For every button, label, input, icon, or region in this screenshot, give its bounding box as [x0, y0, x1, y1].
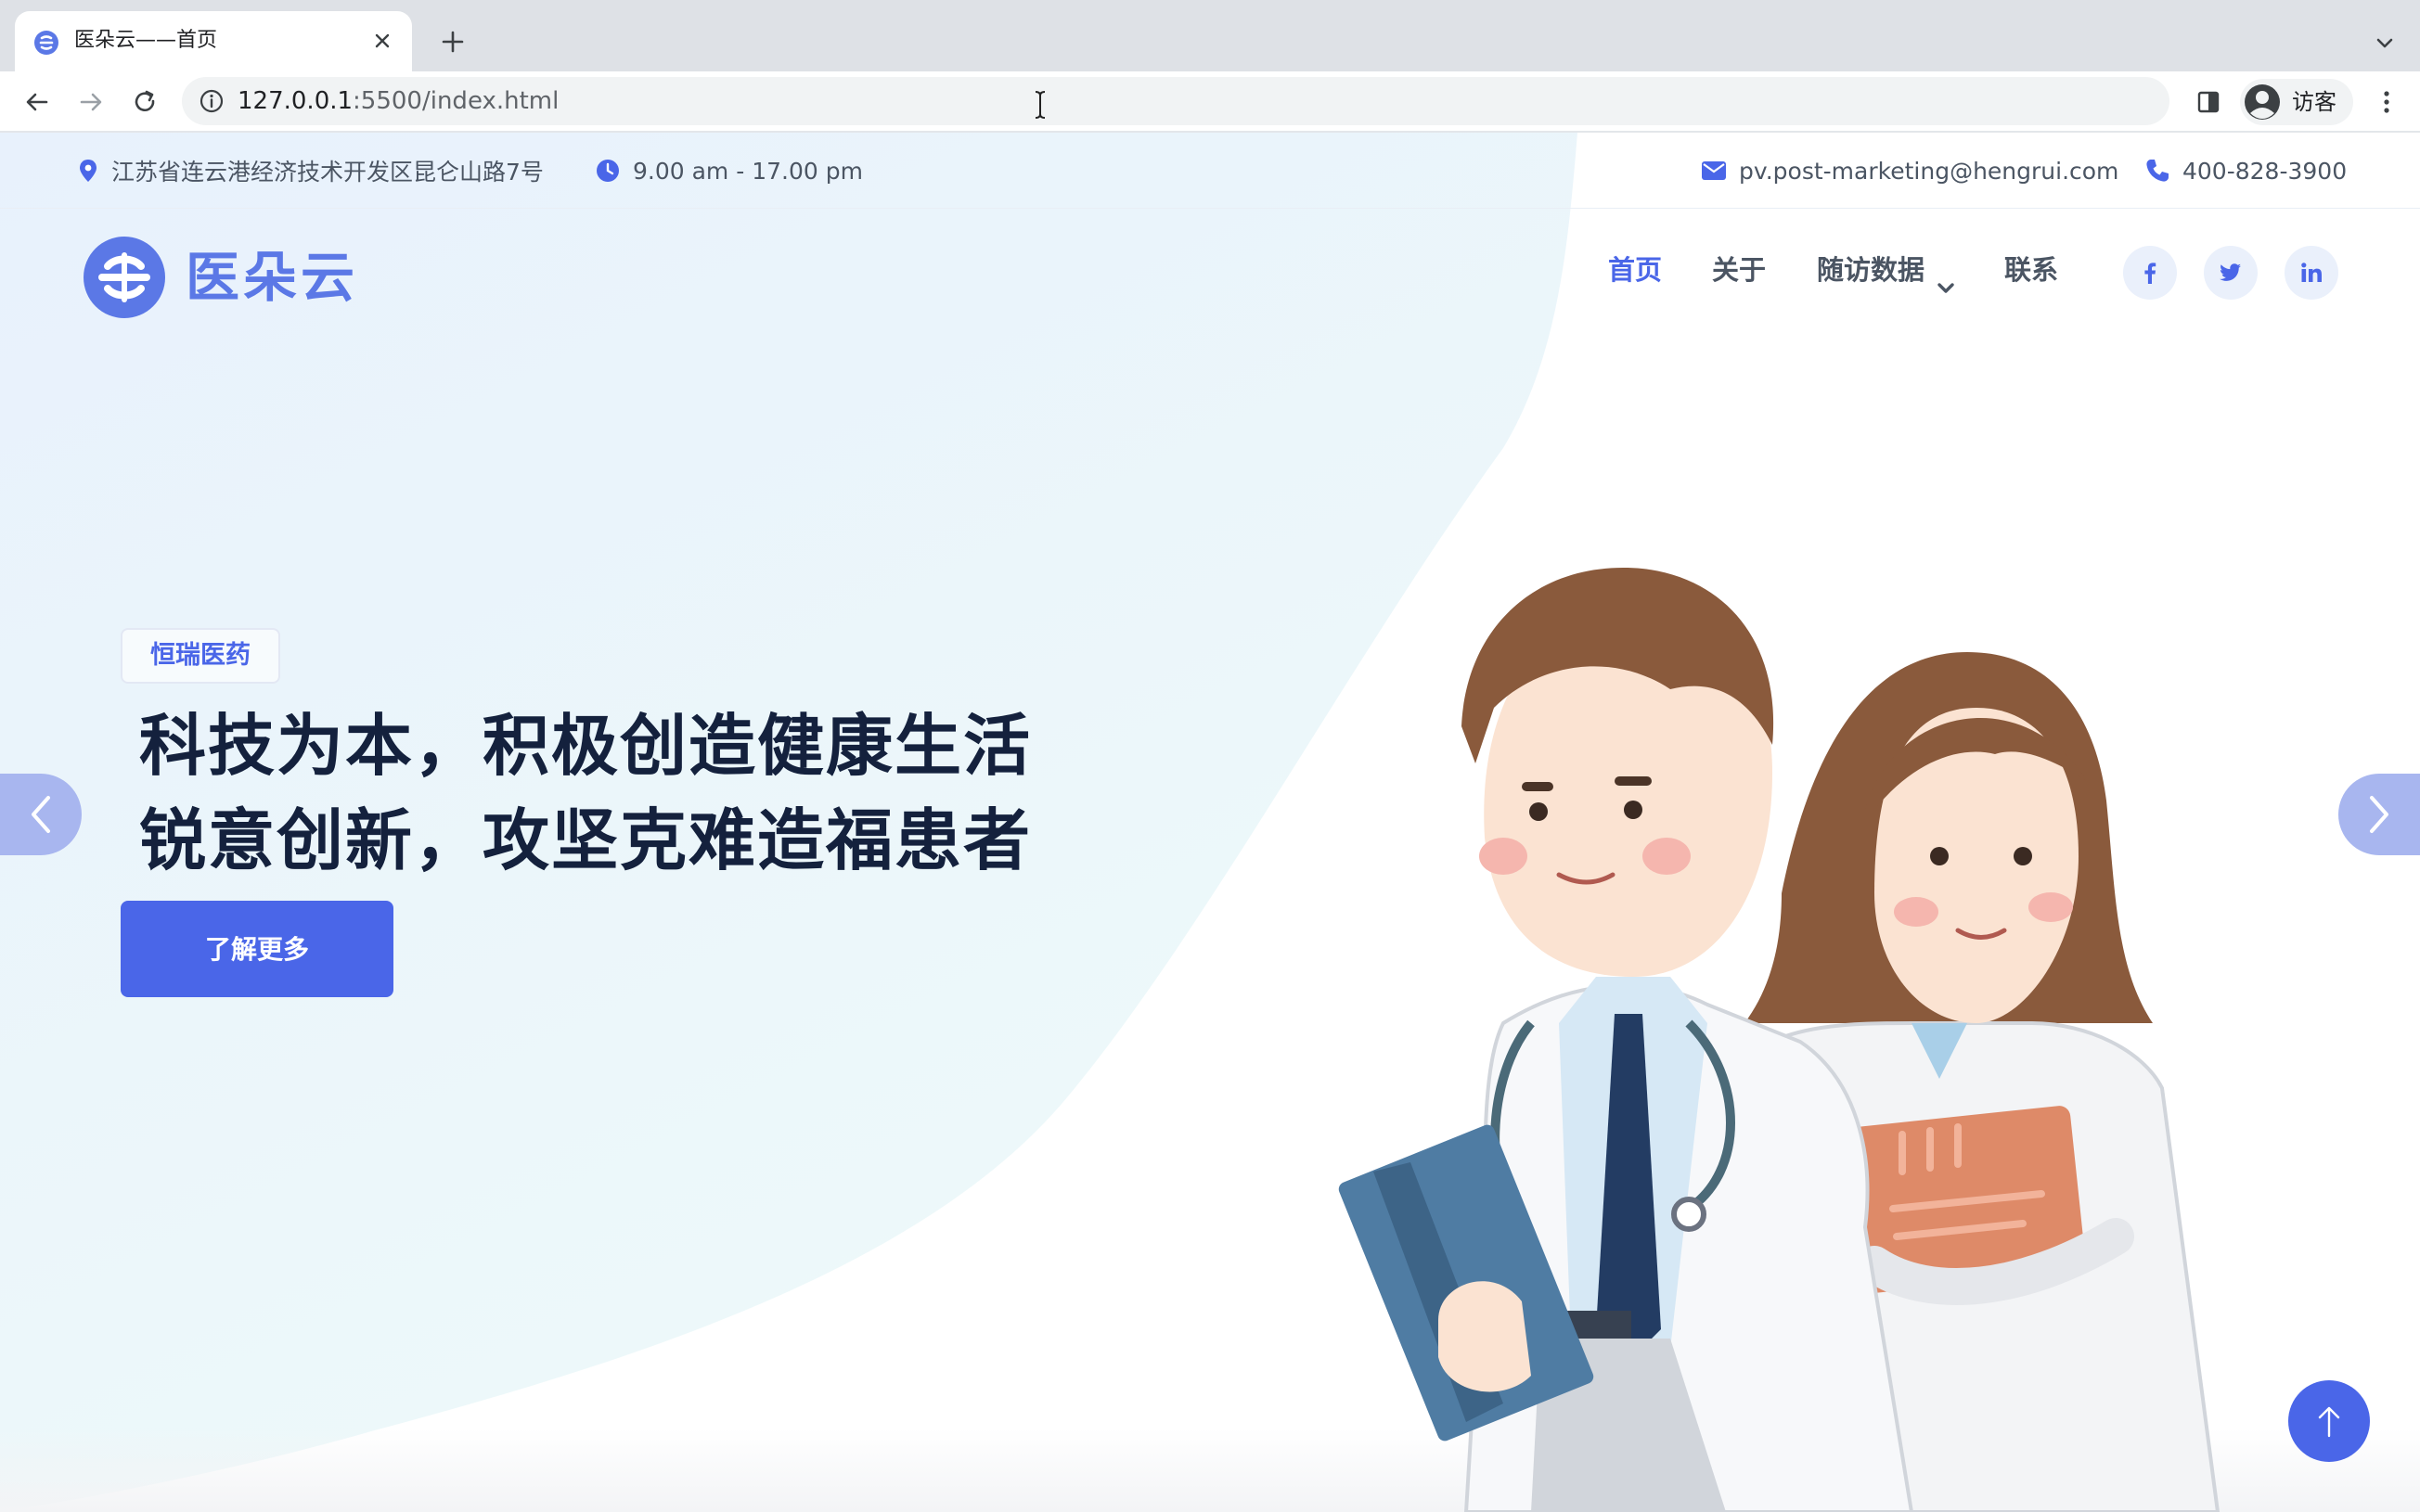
- address-info: 江苏省连云港经济技术开发区昆仑山路7号: [78, 133, 544, 209]
- carousel-prev-button[interactable]: [0, 774, 82, 855]
- site-info-icon[interactable]: [199, 88, 225, 114]
- tab-title: 医朵云——首页: [74, 29, 218, 52]
- nav-followup-data[interactable]: 随访数据: [1817, 242, 1924, 298]
- hours-text: 9.00 am - 17.00 pm: [633, 157, 863, 185]
- browser-menu-icon[interactable]: [2370, 85, 2403, 119]
- nav-about[interactable]: 关于: [1712, 242, 1766, 298]
- twitter-button[interactable]: [2204, 246, 2258, 300]
- linkedin-button[interactable]: [2285, 246, 2338, 300]
- side-panel-icon[interactable]: [2192, 85, 2225, 119]
- phone-text[interactable]: 400-828-3900: [2182, 158, 2347, 185]
- guest-avatar-icon: [2245, 84, 2280, 120]
- envelope-icon: [1702, 161, 1726, 180]
- linkedin-icon: [2301, 263, 2322, 282]
- learn-more-button[interactable]: 了解更多: [121, 901, 393, 997]
- text-cursor-icon: [1035, 91, 1046, 119]
- forward-arrow-icon[interactable]: [74, 85, 108, 119]
- facebook-icon: [2144, 263, 2156, 284]
- location-pin-icon: [80, 160, 97, 182]
- new-tab-plus-icon[interactable]: [436, 25, 470, 58]
- clock-icon: [597, 160, 619, 182]
- hero-headline-line-1: 科技为本，积极创造健康生活: [139, 707, 1033, 785]
- phone-info[interactable]: 400-828-3900: [2145, 133, 2347, 209]
- nav-home[interactable]: 首页: [1608, 242, 1662, 298]
- profile-label: 访客: [2292, 89, 2336, 115]
- hero-eyebrow-badge: 恒瑞医药: [121, 628, 280, 684]
- browser-tab-strip: 医朵云——首页: [0, 0, 2420, 71]
- email-text[interactable]: pv.post-marketing@hengrui.com: [1739, 158, 2118, 185]
- close-tab-icon[interactable]: [369, 28, 395, 54]
- profile-button[interactable]: 访客: [2240, 79, 2353, 125]
- hours-info: 9.00 am - 17.00 pm: [596, 133, 863, 209]
- twitter-icon: [2220, 263, 2241, 281]
- contact-info-bar: 江苏省连云港经济技术开发区昆仑山路7号 9.00 am - 17.00 pm p…: [0, 133, 2420, 209]
- site-logo[interactable]: 医朵云: [82, 235, 397, 320]
- facebook-button[interactable]: [2123, 246, 2177, 300]
- hero-headline: 科技为本，积极创造健康生活 锐意创新，攻坚克难造福患者: [139, 698, 1160, 888]
- doctors-illustration: [1338, 568, 2220, 1512]
- email-info[interactable]: pv.post-marketing@hengrui.com: [1702, 133, 2118, 209]
- url-host: 127.0.0.1: [238, 87, 354, 115]
- tab-search-chevron-icon[interactable]: [2372, 30, 2398, 56]
- address-bar[interactable]: 127.0.0.1:5500/index.html: [182, 77, 2169, 125]
- url-text: 127.0.0.1:5500/index.html: [238, 86, 559, 116]
- carousel-next-button[interactable]: [2338, 774, 2420, 855]
- back-to-top-button[interactable]: [2288, 1380, 2370, 1462]
- hero-headline-line-2: 锐意创新，攻坚克难造福患者: [139, 801, 1033, 879]
- chevron-down-icon[interactable]: [1936, 277, 1956, 298]
- back-arrow-icon[interactable]: [20, 85, 54, 119]
- arrow-up-icon: [2318, 1406, 2340, 1438]
- browser-tab-active[interactable]: 医朵云——首页: [15, 11, 412, 71]
- web-page: 江苏省连云港经济技术开发区昆仑山路7号 9.00 am - 17.00 pm p…: [0, 133, 2420, 1512]
- nav-followup-label: 随访数据: [1817, 254, 1925, 286]
- url-path: :5500/index.html: [353, 87, 560, 115]
- logo-mark-icon: [84, 237, 165, 318]
- reload-icon[interactable]: [128, 85, 161, 119]
- site-favicon-icon: [34, 31, 58, 55]
- address-text: 江苏省连云港经济技术开发区昆仑山路7号: [111, 159, 544, 186]
- phone-icon: [2146, 160, 2169, 182]
- brand-name: 医朵云: [186, 246, 359, 309]
- browser-toolbar: 127.0.0.1:5500/index.html 访客: [0, 71, 2420, 133]
- nav-contact[interactable]: 联系: [2004, 242, 2058, 298]
